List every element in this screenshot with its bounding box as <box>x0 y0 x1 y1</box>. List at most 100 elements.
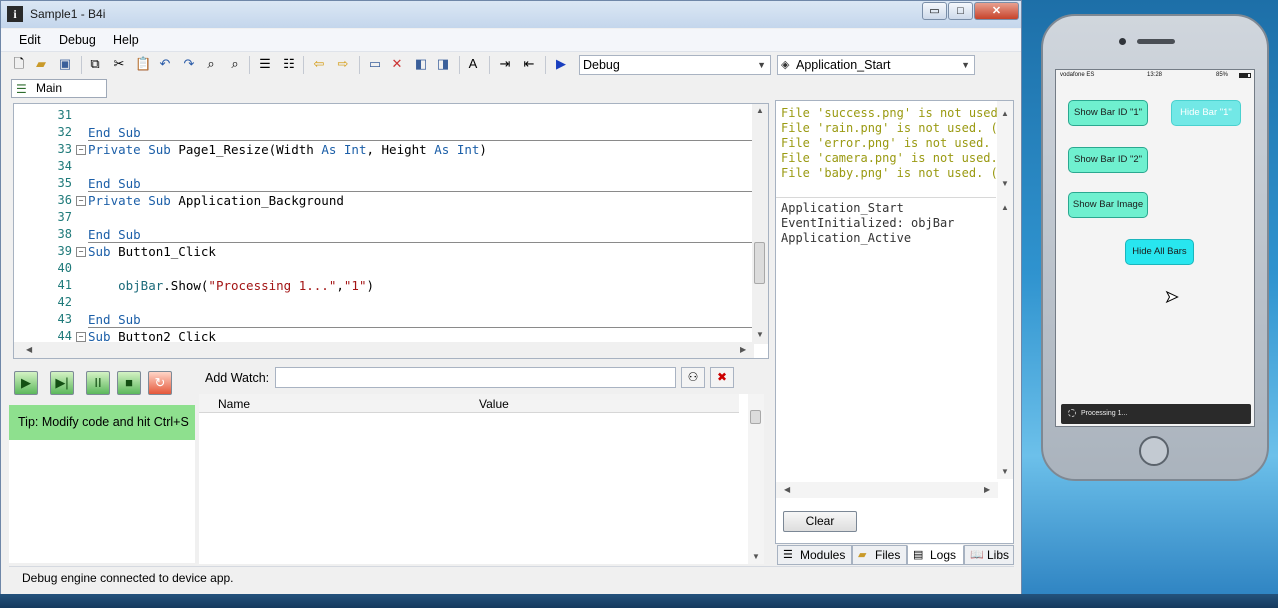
continue-button[interactable]: ▶ <box>14 371 38 395</box>
menu-debug[interactable]: Debug <box>59 33 96 47</box>
tab-files[interactable]: ▰ Files <box>852 545 907 565</box>
column-name[interactable]: Name <box>218 397 250 411</box>
tab-files-label: Files <box>875 548 901 562</box>
maximize-button[interactable]: □ <box>948 2 973 20</box>
minimize-button[interactable]: ▭ <box>922 2 947 20</box>
code-line[interactable]: 40 <box>14 260 754 277</box>
show-bar-1-button[interactable]: Show Bar ID "1" <box>1068 100 1148 126</box>
code-line[interactable]: 33− Private Sub Page1_Resize(Width As Int… <box>14 141 754 158</box>
hide-bar-1-button[interactable]: Hide Bar "1" <box>1171 100 1241 126</box>
restart-button[interactable]: ↻ <box>148 371 172 395</box>
tab-logs[interactable]: ▤ Logs <box>907 545 964 565</box>
tab-modules[interactable]: ☰ Modules <box>777 545 852 565</box>
title-bar: i Sample1 - B4i ▭ □ ✕ <box>1 1 1021 28</box>
prev-bookmark-icon[interactable]: ◧ <box>413 56 429 72</box>
logs-horizontal-scrollbar[interactable]: ◀ ▶ <box>776 482 998 498</box>
fold-toggle-icon[interactable]: − <box>76 247 86 257</box>
step-in-button[interactable]: ▶| <box>50 371 74 395</box>
forward-arrow-icon[interactable]: ⇨ <box>335 56 351 72</box>
close-button[interactable]: ✕ <box>974 2 1019 20</box>
tab-main[interactable]: ☰ Main <box>11 79 107 98</box>
module-sub-select[interactable]: ◈ Application_Start ▼ <box>777 55 975 75</box>
show-bar-image-button[interactable]: Show Bar Image <box>1068 192 1148 218</box>
code-text: End Sub <box>88 312 141 327</box>
code-line[interactable]: 39− Sub Button1_Click <box>14 243 754 260</box>
code-text: End Sub <box>88 227 141 242</box>
code-line[interactable]: 32 End Sub <box>14 124 754 141</box>
build-mode-select[interactable]: Debug ▼ <box>579 55 771 75</box>
copy-icon[interactable]: ⧉ <box>87 56 103 72</box>
menu-help[interactable]: Help <box>113 33 139 47</box>
code-text: Sub Button1_Click <box>88 244 216 259</box>
new-file-icon[interactable]: 🗋 <box>11 56 27 72</box>
battery-icon <box>1239 73 1251 78</box>
redo-icon[interactable]: ↷ <box>181 56 197 72</box>
clock-label: 13:28 <box>1147 72 1163 78</box>
uncomment-icon[interactable]: ☷ <box>281 56 297 72</box>
home-button[interactable] <box>1139 436 1169 466</box>
desktop-taskbar <box>0 594 1278 608</box>
editor-horizontal-scrollbar[interactable]: ◀ ▶ <box>14 342 754 358</box>
hide-all-bars-button[interactable]: Hide All Bars <box>1125 239 1194 265</box>
line-number: 37 <box>57 210 72 224</box>
show-bar-2-button[interactable]: Show Bar ID "2" <box>1068 147 1148 173</box>
editor-scroll-thumb[interactable] <box>754 242 765 284</box>
code-editor[interactable]: 31 32 End Sub 33− Private Sub Page1_Resize(W… <box>13 103 769 359</box>
tab-modules-label: Modules <box>800 548 846 562</box>
outdent-icon[interactable]: ⇤ <box>521 56 537 72</box>
run-icon[interactable]: ▶ <box>553 56 569 72</box>
remove-bookmark-icon[interactable]: ✕ <box>389 56 405 72</box>
watch-glasses-button[interactable]: ⚇ <box>681 367 705 388</box>
progress-bar-notification: Processing 1... <box>1061 404 1251 424</box>
find-replace-icon[interactable]: ⌕ <box>227 56 243 72</box>
paste-icon[interactable]: 📋 <box>135 56 151 72</box>
logs-vertical-scrollbar[interactable]: ▲ ▼ ▲ ▼ <box>997 101 1013 479</box>
line-number: 34 <box>57 159 72 173</box>
tab-libs[interactable]: 📖 Libs <box>964 545 1014 565</box>
watch-grid: Name Value ▼ <box>199 394 764 564</box>
logs-panel: File 'success.png' is not used. File 'rai… <box>775 100 1014 544</box>
fold-toggle-icon[interactable]: − <box>76 196 86 206</box>
watch-scrollbar[interactable]: ▼ <box>748 394 764 564</box>
menu-edit[interactable]: Edit <box>19 33 41 47</box>
editor-vertical-scrollbar[interactable]: ▲ ▼ <box>752 104 768 344</box>
code-line[interactable]: 34 <box>14 158 754 175</box>
stop-button[interactable]: ■ <box>117 371 141 395</box>
comment-icon[interactable]: ☰ <box>257 56 273 72</box>
code-line[interactable]: 36− Private Sub Application_Background <box>14 192 754 209</box>
find-icon[interactable]: ⌕ <box>203 56 219 72</box>
code-line[interactable]: 31 <box>14 107 754 124</box>
module-sub-value: Application_Start <box>796 58 891 72</box>
pause-button[interactable]: II <box>86 371 110 395</box>
clear-logs-button[interactable]: Clear <box>783 511 857 532</box>
battery-label: 85% <box>1216 72 1229 78</box>
fold-toggle-icon[interactable]: − <box>76 332 86 342</box>
code-line[interactable]: 37 <box>14 209 754 226</box>
log-event-line: Application_Start <box>781 201 904 215</box>
window-title: Sample1 - B4i <box>30 7 106 21</box>
font-size-icon[interactable]: A <box>465 56 481 72</box>
watch-scroll-thumb[interactable] <box>750 410 761 424</box>
save-icon[interactable]: ▣ <box>57 56 73 72</box>
code-line[interactable]: 43 End Sub <box>14 311 754 328</box>
next-bookmark-icon[interactable]: ◨ <box>435 56 451 72</box>
code-line[interactable]: 42 <box>14 294 754 311</box>
undo-icon[interactable]: ↶ <box>157 56 173 72</box>
back-arrow-icon[interactable]: ⇦ <box>311 56 327 72</box>
remove-watch-button[interactable]: ✖ <box>710 367 734 388</box>
add-watch-input[interactable] <box>275 367 676 388</box>
indent-icon[interactable]: ⇥ <box>497 56 513 72</box>
line-number: 33 <box>57 142 72 156</box>
fold-toggle-icon[interactable]: − <box>76 145 86 155</box>
column-value[interactable]: Value <box>479 397 509 411</box>
breakpoints-panel <box>9 440 195 563</box>
cut-icon[interactable]: ✂ <box>111 56 127 72</box>
code-line[interactable]: 38 End Sub <box>14 226 754 243</box>
line-number: 38 <box>57 227 72 241</box>
build-mode-value: Debug <box>583 58 620 72</box>
open-folder-icon[interactable]: ▰ <box>33 56 49 72</box>
bookmark-icon[interactable]: ▭ <box>367 56 383 72</box>
code-line[interactable]: 35 End Sub <box>14 175 754 192</box>
code-text: End Sub <box>88 176 141 191</box>
code-line[interactable]: 41 objBar.Show("Processing 1...","1") <box>14 277 754 294</box>
